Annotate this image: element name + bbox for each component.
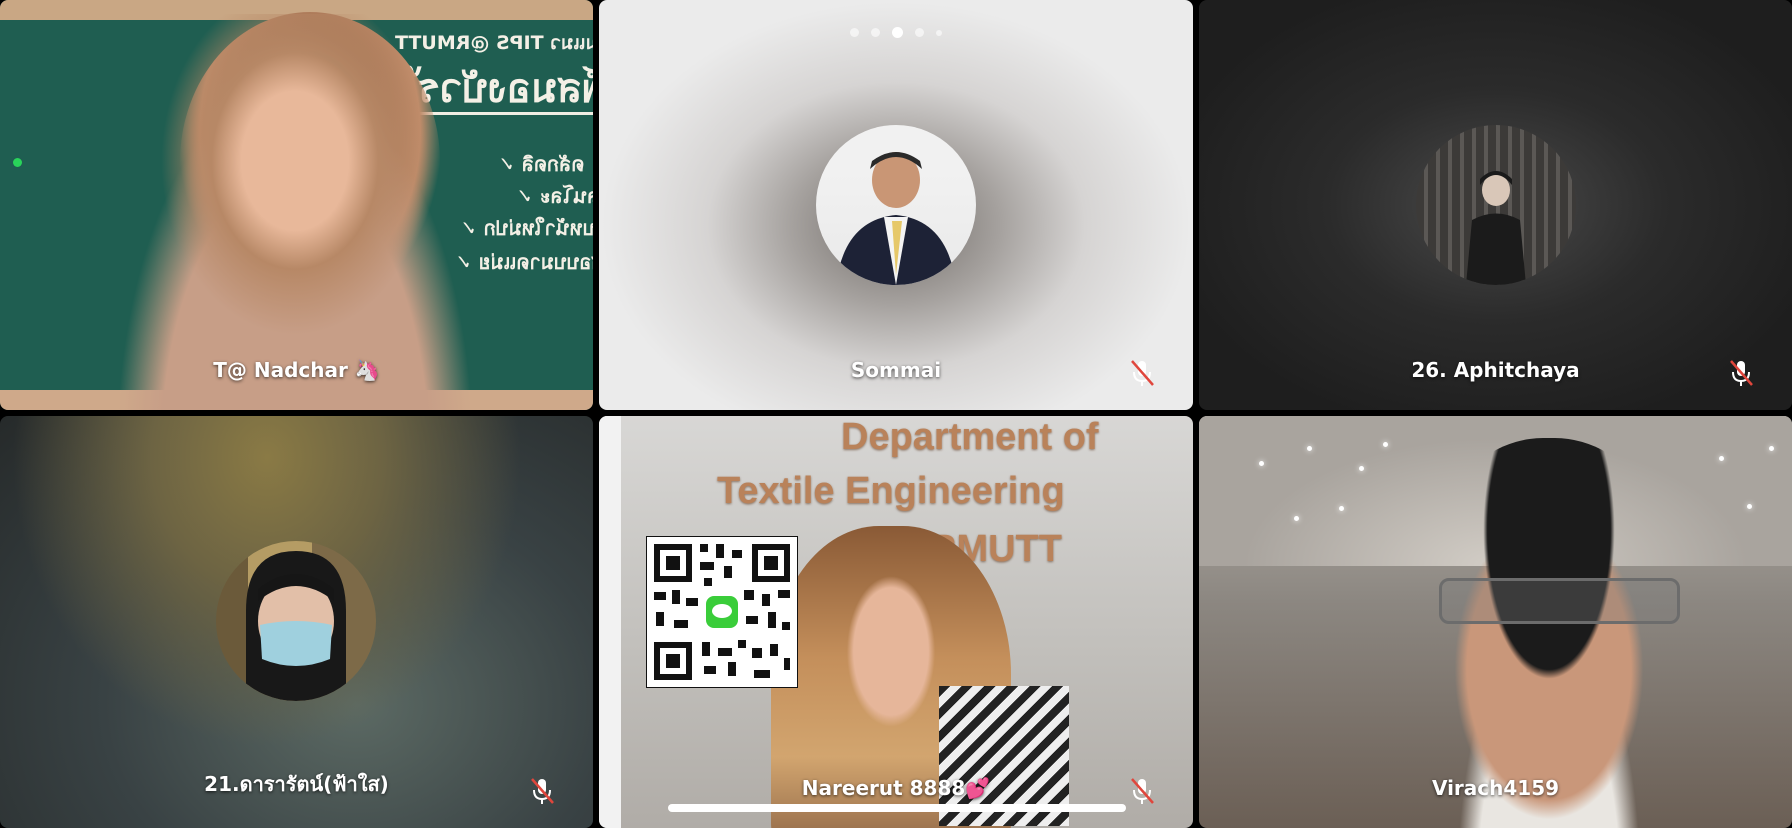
ceiling-light xyxy=(1383,442,1388,447)
ceiling-light xyxy=(1307,446,1312,451)
participant-avatar xyxy=(216,541,376,701)
page-dot-active[interactable] xyxy=(892,27,903,38)
participant-avatar xyxy=(1416,125,1576,285)
ceiling-light xyxy=(1294,516,1299,521)
ceiling-light xyxy=(1719,456,1724,461)
ceiling-light xyxy=(1769,446,1774,451)
mic-muted-icon xyxy=(1131,360,1154,386)
home-indicator[interactable] xyxy=(668,804,1126,812)
ceiling-light xyxy=(1259,461,1264,466)
page-dot[interactable] xyxy=(936,29,942,36)
banner-text: Textile Engineering xyxy=(717,470,1065,512)
page-dot[interactable] xyxy=(915,28,924,37)
page-indicator[interactable] xyxy=(850,27,942,38)
participant-tile-virach[interactable]: Virach4159 xyxy=(1199,416,1792,828)
participant-name: Virach4159 xyxy=(1431,776,1560,800)
status-dot xyxy=(13,158,22,167)
mic-muted-icon xyxy=(1131,778,1154,804)
participant-video xyxy=(1404,438,1694,828)
page-dot[interactable] xyxy=(850,28,859,37)
banner-text: Department of xyxy=(841,416,1099,458)
ceiling-light xyxy=(1339,506,1344,511)
mic-muted-icon xyxy=(531,778,554,804)
ceiling-light xyxy=(1359,466,1364,471)
page-dot[interactable] xyxy=(871,28,880,37)
participant-tile-sommai[interactable]: Sommai xyxy=(599,0,1193,410)
participant-glasses xyxy=(1439,578,1680,624)
qr-code xyxy=(646,536,798,688)
chalkboard-text: ดลักดลิ ✓ xyxy=(498,152,585,176)
participant-name: Sommai xyxy=(850,358,942,382)
participant-tile-dararat[interactable]: 21.ดารารัตน์(ฟ้าใส) xyxy=(0,416,593,828)
participant-tile-nadchar[interactable]: มุมแมว TIPS @RMUTT จิตพิมพ์สมองบัวรไ ดลั… xyxy=(0,0,593,410)
participant-tile-aphitchaya[interactable]: 26. Aphitchaya xyxy=(1199,0,1792,410)
participant-avatar xyxy=(816,125,976,285)
participant-name: 26. Aphitchaya xyxy=(1411,358,1580,382)
person-silhouette-icon xyxy=(1466,171,1526,285)
video-call-grid: มุมแมว TIPS @RMUTT จิตพิมพ์สมองบัวรไ ดลั… xyxy=(0,0,1792,828)
person-silhouette-icon xyxy=(246,551,346,701)
chalkboard-text: โลนโละ ✓ xyxy=(516,184,593,208)
mic-muted-icon xyxy=(1730,360,1753,386)
participant-name: T@ Nadchar 🦄 xyxy=(213,358,380,382)
participant-video xyxy=(85,14,505,410)
participant-name: Nareerut 8888💕 xyxy=(801,776,991,800)
ceiling-light xyxy=(1747,504,1752,509)
wall-edge xyxy=(599,416,621,828)
person-silhouette-icon xyxy=(836,152,956,285)
participant-name: 21.ดารารัตน์(ฟ้าใส) xyxy=(204,772,389,796)
